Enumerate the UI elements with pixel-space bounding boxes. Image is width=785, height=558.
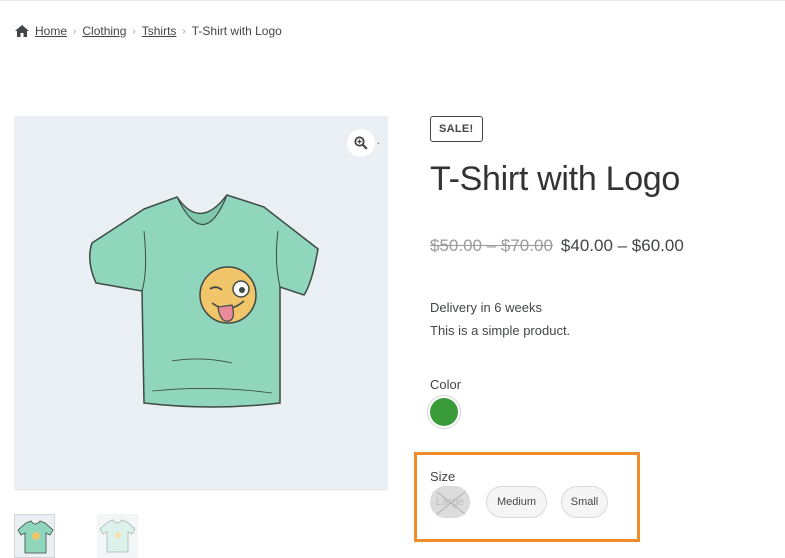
zoom-button[interactable]	[347, 129, 375, 157]
zoom-label: .	[377, 136, 380, 147]
description-line: Delivery in 6 weeks	[430, 300, 542, 315]
size-option-label: Medium	[496, 496, 537, 508]
size-label: Size	[430, 469, 456, 484]
top-divider	[0, 0, 785, 1]
breadcrumb-home-link[interactable]: Home	[35, 24, 67, 38]
size-option-medium[interactable]: Medium	[486, 486, 547, 518]
breadcrumb: Home › Clothing › Tshirts › T-Shirt with…	[14, 24, 282, 38]
product-short-description: Delivery in 6 weeks This is a simple pro…	[430, 296, 570, 342]
sale-price: $40.00 – $60.00	[560, 236, 684, 255]
gallery-thumbnails	[14, 514, 138, 558]
breadcrumb-clothing-link[interactable]: Clothing	[82, 24, 126, 38]
zoom-in-icon	[354, 136, 368, 150]
product-price: $50.00 – $70.00 $40.00 – $60.00	[430, 236, 684, 256]
color-swatch-green[interactable]	[430, 398, 458, 426]
unavailable-cross-icon	[436, 491, 466, 515]
thumbnail-1[interactable]	[14, 514, 55, 558]
chevron-right-icon: ›	[182, 25, 186, 37]
size-option-small[interactable]: Small	[561, 486, 608, 518]
thumbnail-2[interactable]	[97, 514, 138, 558]
product-image-gallery[interactable]: .	[14, 116, 388, 491]
color-label: Color	[430, 377, 462, 392]
home-icon[interactable]	[14, 24, 30, 38]
tshirt-thumbnail-image	[17, 520, 54, 554]
size-option-large[interactable]: Large	[430, 486, 470, 518]
chevron-right-icon: ›	[73, 25, 77, 37]
description-line: This is a simple product.	[430, 323, 571, 338]
chevron-right-icon: ›	[132, 25, 136, 37]
breadcrumb-current: T-Shirt with Logo	[191, 24, 282, 38]
size-option-label: Small	[570, 496, 599, 508]
sale-badge: SALE!	[430, 116, 483, 142]
tshirt-thumbnail-image	[99, 519, 136, 553]
product-title: T-Shirt with Logo	[430, 160, 681, 198]
breadcrumb-tshirts-link[interactable]: Tshirts	[142, 24, 177, 38]
regular-price: $50.00 – $70.00	[430, 236, 553, 255]
tshirt-product-image	[89, 194, 319, 408]
